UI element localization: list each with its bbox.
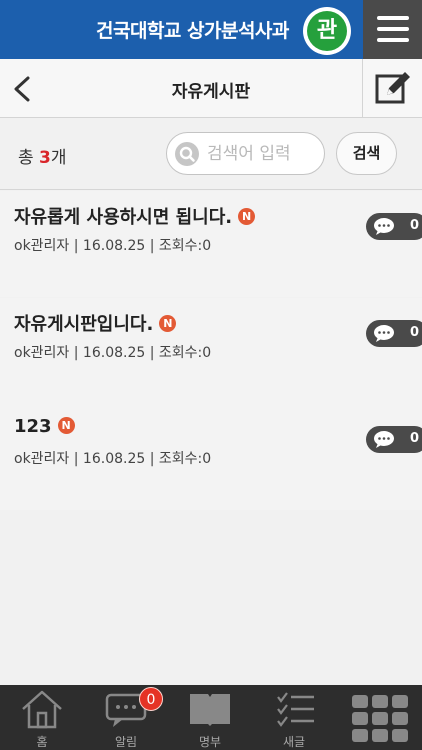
comment-bubble-icon — [374, 431, 394, 448]
new-badge: N — [57, 417, 75, 434]
post-title-text: 123 — [14, 416, 52, 437]
grid-icon — [352, 695, 408, 742]
post-title-text: 자유게시판입니다. — [14, 314, 154, 335]
menu-icon-line — [377, 16, 409, 20]
comment-bubble-icon — [374, 325, 394, 342]
post-title: 자유롭게 사용하시면 됩니다. N — [14, 203, 256, 229]
nav-label: 알림 — [114, 735, 138, 749]
post-meta: ok관리자 | 16.08.25 | 조회수:0 — [14, 238, 212, 254]
app-title: 건국대학교 상가분석사과 — [96, 20, 289, 42]
checklist-icon — [277, 692, 314, 727]
nav-item-more[interactable] — [338, 685, 422, 750]
home-icon — [22, 690, 62, 729]
app-badge: 관 — [303, 7, 351, 55]
menu-icon-line — [377, 38, 409, 42]
post-title: 123 N — [14, 416, 75, 437]
menu-icon-line — [377, 27, 409, 31]
comment-count: 0 — [410, 325, 420, 340]
search-button[interactable]: 검색 — [336, 132, 397, 175]
search-icon — [175, 142, 199, 166]
comment-count-badge: 0 — [366, 426, 422, 453]
nav-item-new-posts[interactable]: 새글 — [252, 685, 336, 750]
post-meta: ok관리자 | 16.08.25 | 조회수:0 — [14, 345, 212, 361]
comment-count: 0 — [410, 218, 420, 233]
total-number: 3 — [39, 148, 51, 168]
post-meta: ok관리자 | 16.08.25 | 조회수:0 — [14, 451, 212, 467]
total-count: 총 3개 — [18, 143, 67, 168]
bottom-nav: 홈 알림 0 명부 새글 — [0, 685, 422, 750]
app-header: 건국대학교 상가분석사과 관 — [0, 0, 422, 59]
comment-bubble-icon — [374, 218, 394, 235]
app-badge-label: 관 — [307, 11, 347, 51]
new-badge: N — [238, 208, 256, 225]
nav-label: 명부 — [198, 735, 222, 749]
list-item[interactable]: 자유롭게 사용하시면 됩니다. N ok관리자 | 16.08.25 | 조회수:… — [0, 191, 422, 297]
search-box[interactable] — [166, 132, 325, 175]
comment-count-badge: 0 — [366, 213, 422, 240]
nav-label: 홈 — [36, 735, 48, 749]
comment-count-badge: 0 — [366, 320, 422, 347]
post-title-text: 자유롭게 사용하시면 됩니다. — [14, 207, 233, 228]
page-title: 자유게시판 — [171, 82, 251, 102]
edit-icon — [375, 72, 410, 104]
page-header: 자유게시판 — [0, 59, 422, 118]
nav-label: 새글 — [282, 735, 306, 749]
nav-item-directory[interactable]: 명부 — [168, 685, 252, 750]
write-button[interactable] — [362, 59, 422, 118]
total-prefix: 총 — [18, 148, 40, 168]
search-input[interactable] — [207, 139, 319, 169]
list-item[interactable]: 자유게시판입니다. N ok관리자 | 16.08.25 | 조회수:0 0 — [0, 298, 422, 404]
book-icon — [190, 694, 230, 726]
total-suffix: 개 — [50, 148, 67, 168]
post-title: 자유게시판입니다. N — [14, 310, 177, 336]
alert-count-badge: 0 — [139, 687, 163, 711]
nav-item-home[interactable]: 홈 — [0, 685, 84, 750]
comment-count: 0 — [410, 431, 420, 446]
search-row: 총 3개 검색 — [0, 119, 422, 190]
menu-button[interactable] — [363, 0, 422, 59]
list-item[interactable]: 123 N ok관리자 | 16.08.25 | 조회수:0 0 — [0, 404, 422, 510]
new-badge: N — [159, 315, 177, 332]
